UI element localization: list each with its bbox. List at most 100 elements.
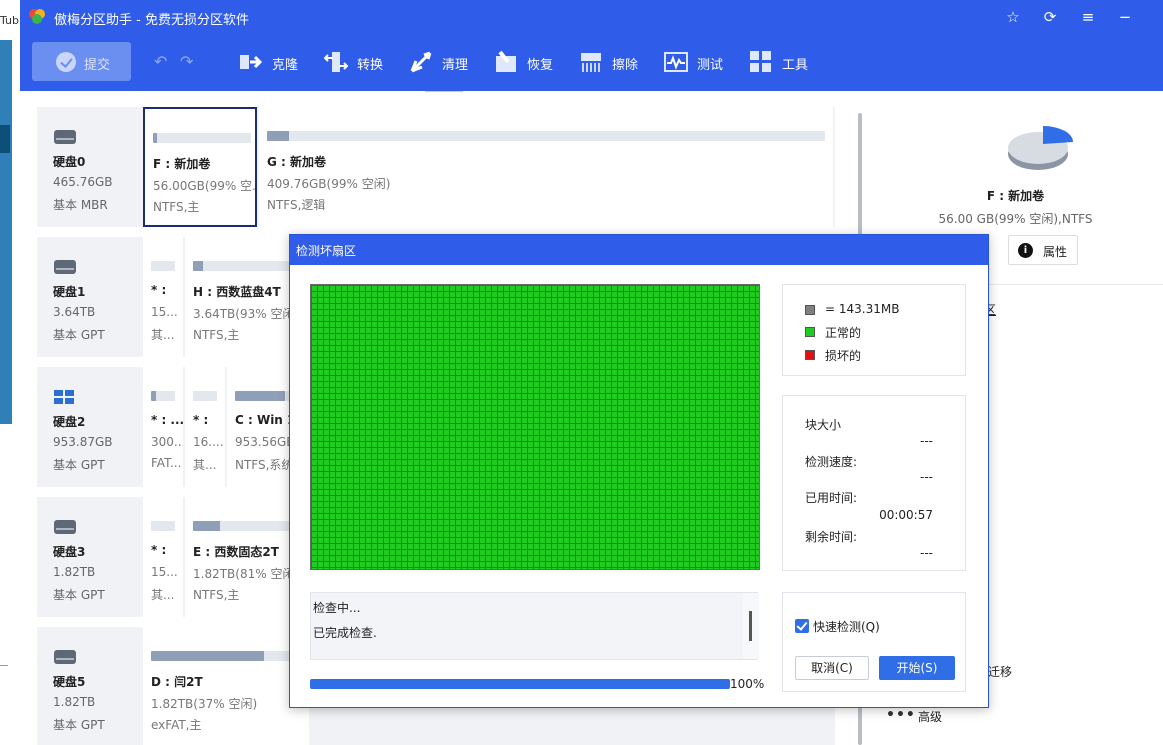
partition-msr[interactable]: * : 16.... 其...: [185, 367, 225, 487]
convert-icon: [324, 52, 348, 72]
partition-fs: FAT...: [151, 456, 182, 470]
progress-bar: [310, 679, 730, 689]
background-collapse-arrow[interactable]: [0, 125, 10, 153]
advanced-item[interactable]: 高级: [918, 708, 942, 725]
partition-size: 15...: [151, 305, 178, 319]
selected-partition-info: 56.00 GB(99% 空闲),NTFS: [938, 212, 1093, 226]
partition-fs: 其...: [151, 328, 175, 342]
partition-fs: NTFS,主: [193, 588, 240, 602]
clean-icon: [410, 51, 432, 73]
background-panel: [0, 40, 12, 424]
wipe-label: 擦除: [612, 58, 639, 73]
partition-fs: exFAT,主: [151, 718, 202, 732]
disk-name: 硬盘3: [53, 545, 86, 559]
disk-row[interactable]: 硬盘0 465.76GB 基本 MBR F : 新加卷 56.00GB(99% …: [37, 107, 835, 227]
undo-icon[interactable]: ↶: [154, 52, 167, 71]
log-line: 已完成检查.: [313, 626, 377, 640]
disk-type: 基本 GPT: [53, 458, 105, 472]
speed-value: ---: [920, 470, 933, 484]
migrate-item-fragment[interactable]: 迁移: [988, 663, 1012, 680]
disk-info[interactable]: 硬盘3 1.82TB 基本 GPT: [37, 497, 142, 617]
partition-label: * : ...: [151, 413, 183, 427]
background-tab-fragment: Tub: [0, 14, 20, 27]
partition-usage-fill: [193, 521, 220, 531]
partition-usage-fill: [235, 391, 285, 401]
log-line: 检查中...: [313, 601, 361, 615]
partition-usage-bar: [151, 651, 309, 661]
properties-button[interactable]: i 属性: [1008, 235, 1078, 265]
submit-button[interactable]: 提交: [32, 42, 131, 81]
partition-msr[interactable]: * : 15... 其...: [143, 497, 183, 617]
clone-icon: [240, 55, 263, 69]
disk-info[interactable]: 硬盘0 465.76GB 基本 MBR: [37, 107, 142, 227]
test-icon: [664, 52, 688, 72]
redo-icon[interactable]: ↷: [180, 52, 193, 71]
disk-info[interactable]: 硬盘1 3.64TB 基本 GPT: [37, 237, 142, 357]
partition-size: 15...: [151, 565, 178, 579]
cancel-button[interactable]: 取消(C): [795, 656, 869, 680]
disk-type: 基本 GPT: [53, 718, 105, 732]
drag-handle[interactable]: [425, 91, 463, 94]
background-window-strip: Tub: [0, 0, 20, 745]
dialog-title-bar[interactable]: 检测坏扇区: [290, 235, 988, 265]
quick-check-label[interactable]: 快速检测(Q): [813, 618, 880, 635]
legend-label: 正常的: [825, 326, 862, 340]
more-icon[interactable]: •••: [886, 707, 916, 723]
selected-partition-name: F : 新加卷: [986, 189, 1045, 203]
elapsed-value: 00:00:57: [879, 508, 933, 522]
partition-size: 1.82TB(37% 空闲): [151, 697, 258, 711]
progress-percent: 100%: [730, 677, 765, 691]
bad-sector-dialog: 检测坏扇区 = 143.31MB 正常的 损坏的 块大小 --- 检测速度: -…: [289, 234, 989, 708]
partition-label: F : 新加卷: [153, 157, 211, 171]
partition-d[interactable]: D : 闫2T 1.82TB(37% 空闲) exFAT,主: [143, 627, 309, 745]
favorite-star-icon[interactable]: ☆: [1004, 8, 1022, 26]
log-scrollbar-thumb[interactable]: [749, 611, 752, 641]
disk-size: 1.82TB: [53, 565, 96, 579]
quick-check-checkbox[interactable]: [795, 619, 809, 633]
legend-label: 损坏的: [825, 349, 862, 363]
speed-label: 检测速度:: [805, 455, 858, 469]
start-button[interactable]: 开始(S): [879, 656, 955, 680]
minimize-icon[interactable]: −: [1116, 8, 1134, 26]
legend-box: = 143.31MB 正常的 损坏的: [782, 284, 966, 376]
partition-fs: NTFS,主: [153, 200, 200, 214]
partition-fs: NTFS,逻辑: [267, 198, 326, 212]
partition-label: * :: [151, 283, 167, 297]
partition-size: 1.82TB(81% 空闲): [193, 567, 300, 581]
app-logo-icon: [29, 9, 45, 24]
partition-fs: NTFS,主: [193, 328, 240, 342]
partition-fs: 其...: [193, 458, 217, 472]
partition-f[interactable]: F : 新加卷 56.00GB(99% 空... NTFS,主: [143, 107, 257, 227]
disk-info[interactable]: 硬盘2 953.87GB 基本 GPT: [37, 367, 142, 487]
disk-info[interactable]: 硬盘5 1.82TB 基本 GPT: [37, 627, 142, 745]
partition-label: * :: [193, 413, 209, 427]
partition-msr[interactable]: * : 15... 其...: [143, 237, 183, 357]
wipe-icon: [581, 53, 601, 72]
elapsed-label: 已用时间:: [805, 491, 858, 505]
partition-label: H : 西数蓝盘4T: [193, 285, 281, 299]
menu-icon[interactable]: ≡: [1079, 8, 1097, 26]
legend-swatch: [805, 305, 815, 315]
convert-label: 转换: [357, 58, 384, 73]
partition-size: 953.56GB: [235, 435, 295, 449]
properties-label: 属性: [1043, 245, 1068, 259]
toolbar: 提交 ↶ ↷ 克隆 转换 清理 恢复 擦除 测试 工具: [20, 33, 1163, 91]
disk-size: 953.87GB: [53, 435, 113, 449]
partition-usage-fill: [193, 261, 203, 271]
disk-size: 1.82TB: [53, 695, 96, 709]
disk-size: 3.64TB: [53, 305, 96, 319]
partition-efi[interactable]: * : ... 300... FAT...: [143, 367, 183, 487]
disk-type: 基本 GPT: [53, 588, 105, 602]
refresh-icon[interactable]: ⟳: [1041, 8, 1059, 26]
partition-label: * :: [151, 543, 167, 557]
dialog-title: 检测坏扇区: [296, 244, 357, 258]
sector-grid: [310, 284, 760, 570]
partition-g[interactable]: G : 新加卷 409.76GB(99% 空闲) NTFS,逻辑: [259, 107, 833, 227]
partition-pie-icon: [1008, 126, 1073, 170]
log-box: 检查中... 已完成检查.: [310, 592, 759, 660]
disk-name: 硬盘2: [53, 415, 86, 429]
legend-swatch: [805, 350, 815, 360]
partition-usage-fill: [151, 391, 156, 401]
partition-size: 3.64TB(93% 空闲): [193, 307, 300, 321]
disk-type: 基本 GPT: [53, 328, 105, 342]
